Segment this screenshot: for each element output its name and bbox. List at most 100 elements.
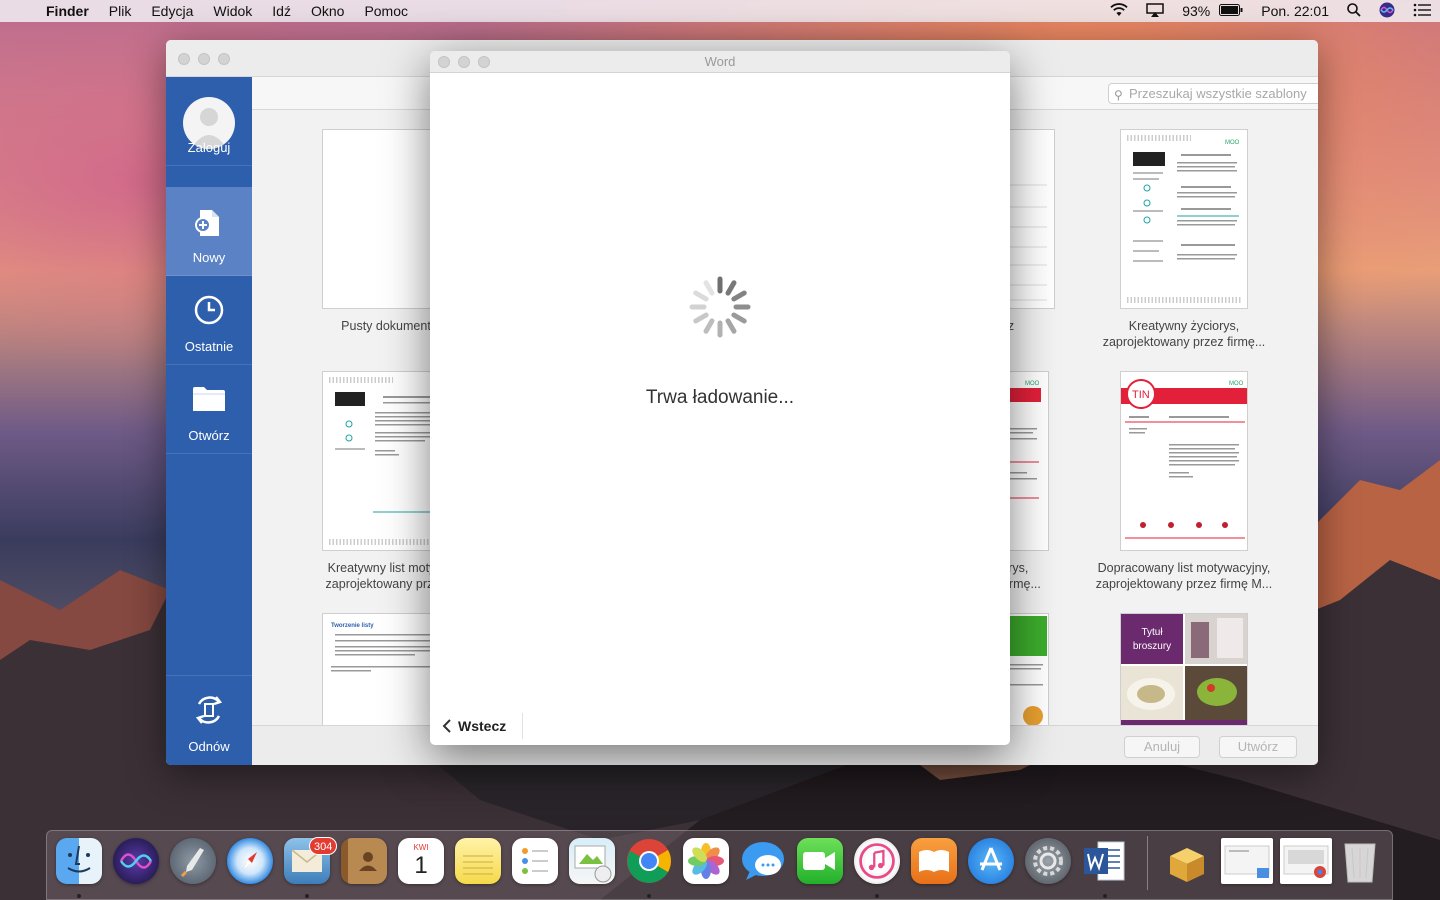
loading-text: Trwa ładowanie... [645,387,795,408]
cancel-button[interactable]: Anuluj [1124,736,1200,758]
template-polished-cover-letter[interactable]: TIN MOO [1120,371,1248,551]
sidebar-item-label: Ostatnie [184,339,234,354]
new-document-icon [195,210,219,236]
sidebar-item-recent[interactable]: Ostatnie [166,276,252,365]
folder-icon [193,387,225,411]
sidebar-item-label: Odnów [188,739,230,754]
notification-center-icon[interactable] [1404,3,1440,20]
dock-photos-icon[interactable] [683,838,729,884]
dock-calendar-icon[interactable]: KWI 1 [398,838,444,884]
airplay-icon[interactable] [1137,2,1173,20]
siri-icon[interactable] [1370,2,1404,21]
search-placeholder: Przeszukaj wszystkie szablony [1129,86,1307,101]
template-caption: Kreatywny życiorys, zaprojektowany przez… [1076,318,1292,350]
running-indicator [647,894,651,898]
menu-clock[interactable]: Pon. 22:01 [1252,3,1338,19]
mail-unread-badge: 304 [309,837,338,855]
back-label: Wstecz [458,718,507,734]
minimize-button[interactable] [458,56,470,68]
close-button[interactable] [178,53,190,65]
brochure-title-line: broszury [1132,641,1172,652]
moo-logo: MOO [1025,381,1040,387]
template-creative-resume[interactable]: MOO [1120,129,1248,309]
dock-photo-booth-icon[interactable] [569,838,615,884]
brochure-title-line: Tytuł [1141,627,1163,638]
dock-finder-icon[interactable] [56,838,102,884]
calendar-day: 1 [414,852,428,879]
close-button[interactable] [438,56,450,68]
dock-separator [1147,836,1148,890]
sidebar-item-new[interactable]: Nowy [166,187,252,276]
menu-help[interactable]: Pomoc [354,3,418,19]
dock-itunes-icon[interactable] [854,838,900,884]
menu-file[interactable]: Plik [99,3,142,19]
footer-divider [522,713,523,739]
sidebar-item-renew[interactable]: Odnów [166,675,252,764]
dock-facetime-icon[interactable] [797,838,843,884]
window-controls [178,53,230,65]
template-caption: Dopracowany list motywacyjny, zaprojekto… [1076,560,1292,592]
brochure-title: Tytuł broszury [1121,626,1183,654]
sidebar-item-login[interactable]: Zaloguj [166,77,252,166]
dock-ibooks-icon[interactable] [911,838,957,884]
dock-app-store-icon[interactable] [968,838,1014,884]
menu-app-name[interactable]: Finder [36,3,99,19]
dock-trash-icon[interactable] [1337,838,1383,884]
window-controls [438,56,490,68]
sidebar-item-open[interactable]: Otwórz [166,365,252,454]
search-icon: ⚲ [1114,88,1123,102]
list-heading: Tworzenie listy [331,623,374,629]
wifi-icon[interactable] [1101,2,1137,20]
dock-system-preferences-icon[interactable] [1025,838,1071,884]
search-input[interactable]: ⚲ Przeszukaj wszystkie szablony [1108,83,1318,104]
template-caption-line: Dopracowany list motywacyjny, [1097,561,1271,575]
sidebar-item-label: Nowy [192,250,226,265]
running-indicator [875,894,879,898]
template-caption-line: zaprojektowany przez firmę M... [1095,577,1273,591]
minimize-button[interactable] [198,53,210,65]
zoom-button[interactable] [478,56,490,68]
sidebar-item-label: Otwórz [188,428,230,443]
renew-icon [195,696,223,724]
menu-edit[interactable]: Edycja [141,3,203,19]
dock-reminders-icon[interactable] [512,838,558,884]
gallery-sidebar: Zaloguj Nowy Ostatnie Otwórz Odnów [166,77,252,765]
template-caption-line: zaprojektowany przez firmę... [1102,335,1266,349]
dock-documents-stack[interactable] [1280,838,1332,884]
loading-spinner-icon [689,276,751,338]
dock-messages-icon[interactable] [740,838,786,884]
running-indicator [305,894,309,898]
clock-icon [194,295,224,325]
dialog-titlebar: Word [430,51,1010,73]
word-loading-dialog: Word Trwa ładowanie... Wstecz [430,51,1010,745]
menu-view[interactable]: Widok [203,3,262,19]
running-indicator [1103,894,1107,898]
menu-go[interactable]: Idź [262,3,301,19]
moo-logo: MOO [1225,140,1240,146]
dock-installer-icon[interactable] [1164,838,1210,884]
running-indicator [77,894,81,898]
dock-chrome-icon[interactable] [626,838,672,884]
dock-siri-icon[interactable] [113,838,159,884]
template-brochure[interactable]: Tytuł broszury [1120,613,1248,725]
moo-logo: MOO [1229,381,1244,387]
chevron-left-icon [442,719,451,733]
menu-window[interactable]: Okno [301,3,354,19]
sidebar-item-label: Zaloguj [187,140,231,155]
dock-downloads-stack[interactable] [1221,838,1273,884]
spotlight-icon[interactable] [1338,2,1370,20]
template-caption-line: Kreatywny życiorys, [1128,319,1240,333]
tin-logo: TIN [1132,389,1150,401]
menu-bar: Finder Plik Edycja Widok Idź Okno Pomoc … [0,0,1440,22]
dock-launchpad-icon[interactable] [170,838,216,884]
dock-notes-icon[interactable] [455,838,501,884]
zoom-button[interactable] [218,53,230,65]
create-button[interactable]: Utwórz [1219,736,1297,758]
back-button[interactable]: Wstecz [442,718,506,734]
dock-word-icon[interactable] [1082,838,1128,884]
battery-icon[interactable] [1219,3,1252,19]
dock-safari-icon[interactable] [227,838,273,884]
battery-percent[interactable]: 93% [1173,3,1219,19]
dock-contacts-icon[interactable] [341,838,387,884]
dialog-title: Word [704,54,736,69]
